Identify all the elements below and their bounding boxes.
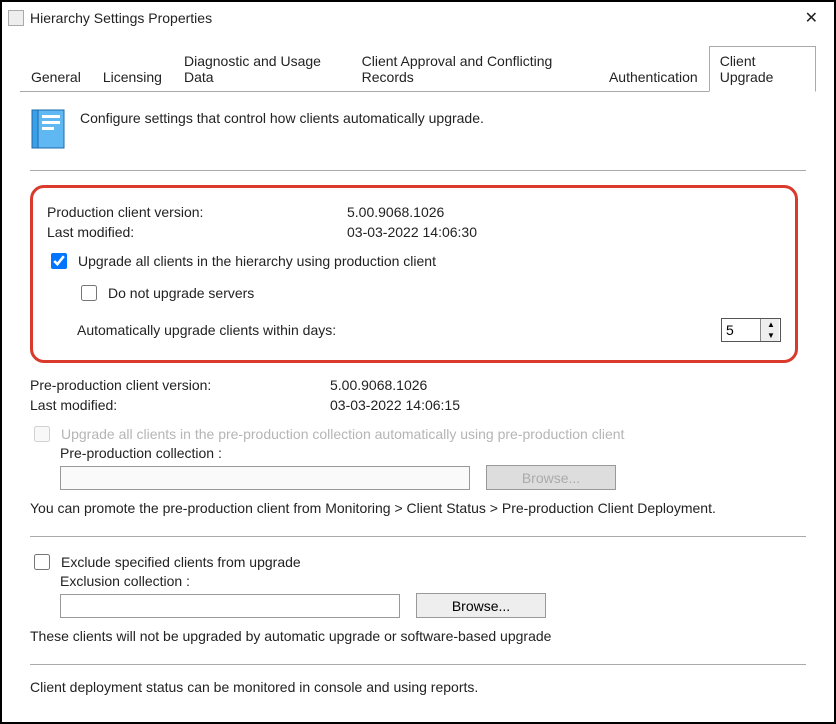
prod-modified-value: 03-03-2022 14:06:30 xyxy=(347,224,477,240)
divider-1 xyxy=(30,170,806,171)
header-row: Configure settings that control how clie… xyxy=(30,106,806,152)
preprod-version-label: Pre-production client version: xyxy=(30,377,330,393)
tab-authentication[interactable]: Authentication xyxy=(598,62,709,92)
tab-general[interactable]: General xyxy=(20,62,92,92)
tab-body: Configure settings that control how clie… xyxy=(20,92,816,695)
app-icon xyxy=(8,10,24,26)
preprod-upgrade-label: Upgrade all clients in the pre-productio… xyxy=(61,426,624,442)
exclude-checkbox[interactable] xyxy=(34,554,50,570)
exclusion-browse-button[interactable]: Browse... xyxy=(416,593,546,618)
upgrade-all-label: Upgrade all clients in the hierarchy usi… xyxy=(78,253,436,269)
prod-version-label: Production client version: xyxy=(47,204,347,220)
divider-3 xyxy=(30,664,806,665)
preprod-section: Pre-production client version: 5.00.9068… xyxy=(30,377,798,516)
exclude-label: Exclude specified clients from upgrade xyxy=(61,554,301,570)
no-servers-row: Do not upgrade servers xyxy=(77,282,781,304)
days-stepper[interactable]: ▲ ▼ xyxy=(721,318,781,342)
upgrade-all-checkbox[interactable] xyxy=(51,253,67,269)
tab-description: Configure settings that control how clie… xyxy=(80,106,484,126)
preprod-collection-label: Pre-production collection : xyxy=(60,445,798,461)
prod-modified-label: Last modified: xyxy=(47,224,347,240)
no-servers-label: Do not upgrade servers xyxy=(108,285,254,301)
close-button[interactable]: ✕ xyxy=(797,6,826,30)
exclude-row: Exclude specified clients from upgrade xyxy=(30,551,798,573)
auto-days-label: Automatically upgrade clients within day… xyxy=(77,322,336,338)
days-down-button[interactable]: ▼ xyxy=(761,330,779,341)
divider-2 xyxy=(30,536,806,537)
preprod-help-text: You can promote the pre-production clien… xyxy=(30,500,798,516)
tab-licensing[interactable]: Licensing xyxy=(92,62,173,92)
tabs: General Licensing Diagnostic and Usage D… xyxy=(20,46,816,92)
exclusion-collection-row: Browse... xyxy=(60,593,798,618)
deployment-status-text: Client deployment status can be monitore… xyxy=(30,679,798,695)
highlight-production: Production client version: 5.00.9068.102… xyxy=(30,185,798,363)
days-up-button[interactable]: ▲ xyxy=(761,319,779,330)
preprod-version-value: 5.00.9068.1026 xyxy=(330,377,427,393)
auto-days-row: Automatically upgrade clients within day… xyxy=(77,318,781,342)
preprod-modified-value: 03-03-2022 14:06:15 xyxy=(330,397,460,413)
preprod-collection-row: Browse... xyxy=(60,465,798,490)
footer-section: Client deployment status can be monitore… xyxy=(30,679,798,695)
prod-version-value: 5.00.9068.1026 xyxy=(347,204,444,220)
no-servers-checkbox[interactable] xyxy=(81,285,97,301)
exclude-help-text: These clients will not be upgraded by au… xyxy=(30,628,798,644)
properties-icon xyxy=(30,106,68,152)
upgrade-all-row: Upgrade all clients in the hierarchy usi… xyxy=(47,250,781,272)
days-input[interactable] xyxy=(722,320,760,340)
exclusion-collection-label: Exclusion collection : xyxy=(60,573,798,589)
titlebar: Hierarchy Settings Properties ✕ xyxy=(2,2,834,34)
preprod-upgrade-row: Upgrade all clients in the pre-productio… xyxy=(30,423,798,445)
window-title: Hierarchy Settings Properties xyxy=(30,10,212,26)
preprod-collection-input xyxy=(60,466,470,490)
preprod-upgrade-checkbox xyxy=(34,426,50,442)
exclude-section: Exclude specified clients from upgrade E… xyxy=(30,551,798,644)
tab-client-upgrade[interactable]: Client Upgrade xyxy=(709,46,816,92)
tab-approval[interactable]: Client Approval and Conflicting Records xyxy=(351,46,598,92)
preprod-modified-label: Last modified: xyxy=(30,397,330,413)
preprod-browse-button: Browse... xyxy=(486,465,616,490)
titlebar-left: Hierarchy Settings Properties xyxy=(8,10,212,26)
exclusion-collection-input[interactable] xyxy=(60,594,400,618)
tab-diagnostic[interactable]: Diagnostic and Usage Data xyxy=(173,46,351,92)
